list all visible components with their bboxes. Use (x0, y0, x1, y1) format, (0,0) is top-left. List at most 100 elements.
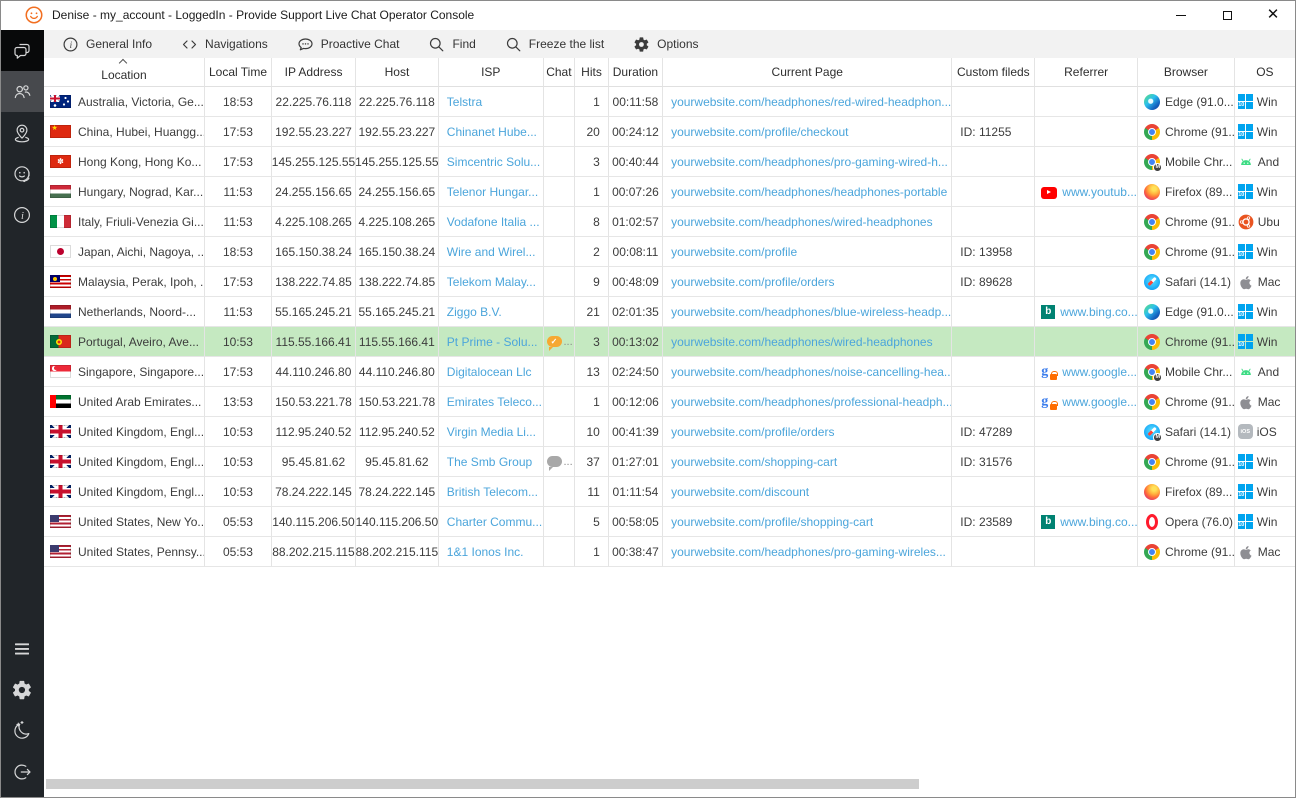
isp-link[interactable]: Pt Prime - Solu... (447, 335, 538, 349)
toolbar-button-find[interactable]: Find (428, 30, 475, 58)
os-label: Win (1257, 335, 1278, 349)
sort-ascending-indicator (120, 60, 127, 67)
toolbar-button-options[interactable]: Options (633, 30, 698, 58)
current-page-link[interactable]: yourwebsite.com/headphones/wired-headpho… (671, 335, 933, 349)
location-text: Malaysia, Perak, Ipoh, ... (78, 275, 205, 289)
sidebar-item-operators[interactable] (0, 153, 44, 194)
isp-link[interactable]: Vodafone Italia ... (447, 215, 540, 229)
toolbar-button-proactive-chat[interactable]: Proactive Chat (297, 30, 400, 58)
column-header-local_time[interactable]: Local Time (205, 58, 272, 87)
current-page-link[interactable]: yourwebsite.com/profile/checkout (671, 125, 848, 139)
current-page-link[interactable]: yourwebsite.com/discount (671, 485, 809, 499)
column-header-os[interactable]: OS (1235, 58, 1296, 87)
visitor-row[interactable]: Hungary, Nograd, Kar...11:5324.255.156.6… (44, 177, 1296, 207)
visitor-row[interactable]: Netherlands, Noord-...11:5355.165.245.21… (44, 297, 1296, 327)
column-header-label: Host (385, 65, 410, 79)
visitor-row[interactable]: United States, New Yo...05:53140.115.206… (44, 507, 1296, 537)
referrer-link[interactable]: www.google... (1062, 395, 1137, 409)
referrer-link[interactable]: www.bing.co... (1060, 305, 1137, 319)
referrer-link[interactable]: www.youtub... (1062, 185, 1137, 199)
horizontal-scrollbar-thumb[interactable] (46, 779, 919, 789)
column-header-host[interactable]: Host (356, 58, 439, 87)
close-button[interactable]: ✕ (1250, 0, 1296, 30)
isp-link[interactable]: Virgin Media Li... (447, 425, 536, 439)
current-page-link[interactable]: yourwebsite.com/headphones/red-wired-hea… (671, 95, 951, 109)
visitor-row[interactable]: United Kingdom, Engl...10:53112.95.240.5… (44, 417, 1296, 447)
firefox-icon (1144, 184, 1160, 200)
chat-status-cell: ... (544, 327, 576, 357)
isp-link[interactable]: Telekom Malay... (447, 275, 536, 289)
visitor-row[interactable]: Singapore, Singapore...17:5344.110.246.8… (44, 357, 1296, 387)
current-page-link[interactable]: yourwebsite.com/headphones/blue-wireless… (671, 305, 951, 319)
column-header-location[interactable]: Location (44, 58, 205, 87)
custom-fields-cell (952, 387, 1035, 417)
current-page-link[interactable]: yourwebsite.com/shopping-cart (671, 455, 837, 469)
chat-idle-icon[interactable] (547, 456, 562, 467)
column-header-chat[interactable]: Chat (544, 58, 576, 87)
sidebar-item-theme[interactable] (0, 710, 44, 751)
visitor-row[interactable]: China, Hubei, Huangg...17:53192.55.23.22… (44, 117, 1296, 147)
column-header-current_page[interactable]: Current Page (663, 58, 952, 87)
sidebar-item-chats[interactable] (0, 30, 44, 71)
hits-cell: 1 (575, 87, 609, 117)
column-header-custom_fields[interactable]: Custom fileds (952, 58, 1035, 87)
current-page-link[interactable]: yourwebsite.com/headphones/professional-… (671, 395, 952, 409)
toolbar-button-navigations[interactable]: Navigations (181, 30, 268, 58)
current-page-link[interactable]: yourwebsite.com/headphones/pro-gaming-wi… (671, 545, 946, 559)
isp-link[interactable]: 1&1 Ionos Inc. (447, 545, 524, 559)
visitor-row[interactable]: United Kingdom, Engl...10:5395.45.81.629… (44, 447, 1296, 477)
isp-link[interactable]: Simcentric Solu... (447, 155, 540, 169)
title-bar: Denise - my_account - LoggedIn - Provide… (0, 0, 1296, 30)
isp-link[interactable]: Telenor Hungar... (447, 185, 538, 199)
sidebar-item-visitors[interactable] (0, 71, 44, 112)
current-page-link[interactable]: yourwebsite.com/headphones/headphones-po… (671, 185, 947, 199)
visitor-row[interactable]: United Kingdom, Engl...10:5378.24.222.14… (44, 477, 1296, 507)
isp-link[interactable]: Emirates Teleco... (447, 395, 542, 409)
column-header-isp[interactable]: ISP (439, 58, 544, 87)
column-header-referrer[interactable]: Referrer (1035, 58, 1138, 87)
visitor-row[interactable]: Japan, Aichi, Nagoya, ...18:53165.150.38… (44, 237, 1296, 267)
minimize-button[interactable] (1158, 0, 1204, 30)
visitor-row[interactable]: Malaysia, Perak, Ipoh, ...17:53138.222.7… (44, 267, 1296, 297)
isp-link[interactable]: The Smb Group (447, 455, 532, 469)
current-page-link[interactable]: yourwebsite.com/headphones/noise-cancell… (671, 365, 952, 379)
horizontal-scrollbar[interactable] (44, 778, 1296, 790)
isp-link[interactable]: Chinanet Hube... (447, 125, 537, 139)
current-page-link[interactable]: yourwebsite.com/headphones/wired-headpho… (671, 215, 933, 229)
visitor-row[interactable]: Italy, Friuli-Venezia Gi...11:534.225.10… (44, 207, 1296, 237)
isp-link[interactable]: Digitalocean Llc (447, 365, 532, 379)
sidebar-item-logout[interactable] (0, 751, 44, 792)
column-header-ip[interactable]: IP Address (272, 58, 356, 87)
sidebar-bottom-group (0, 628, 44, 792)
visitor-row[interactable]: Australia, Victoria, Ge...18:5322.225.76… (44, 87, 1296, 117)
column-header-browser[interactable]: Browser (1138, 58, 1235, 87)
visitor-row[interactable]: Hong Kong, Hong Ko...17:53145.255.125.55… (44, 147, 1296, 177)
current-page-link[interactable]: yourwebsite.com/profile (671, 245, 797, 259)
sidebar-item-settings[interactable] (0, 669, 44, 710)
maximize-button[interactable] (1204, 0, 1250, 30)
isp-link[interactable]: Ziggo B.V. (447, 305, 502, 319)
current-page-link[interactable]: yourwebsite.com/profile/orders (671, 425, 834, 439)
toolbar-button-freeze-the-list[interactable]: Freeze the list (505, 30, 604, 58)
isp-link[interactable]: Charter Commu... (447, 515, 542, 529)
isp-link[interactable]: Wire and Wirel... (447, 245, 536, 259)
current-page-link[interactable]: yourwebsite.com/profile/orders (671, 275, 834, 289)
visitor-row[interactable]: Portugal, Aveiro, Ave...10:53115.55.166.… (44, 327, 1296, 357)
google-icon: g (1041, 394, 1057, 410)
visitor-row[interactable]: United States, Pennsy...05:5388.202.215.… (44, 537, 1296, 567)
referrer-link[interactable]: www.google... (1062, 365, 1137, 379)
isp-link[interactable]: British Telecom... (447, 485, 538, 499)
local-time-cell: 17:53 (205, 357, 272, 387)
isp-link[interactable]: Telstra (447, 95, 482, 109)
column-header-hits[interactable]: Hits (575, 58, 609, 87)
sidebar-item-geo-location[interactable] (0, 112, 44, 153)
toolbar-button-general-info[interactable]: iGeneral Info (62, 30, 152, 58)
chat-accepted-icon[interactable] (547, 336, 562, 347)
sidebar-item-menu[interactable] (0, 628, 44, 669)
current-page-link[interactable]: yourwebsite.com/headphones/pro-gaming-wi… (671, 155, 948, 169)
referrer-link[interactable]: www.bing.co... (1060, 515, 1137, 529)
visitor-row[interactable]: United Arab Emirates...13:53150.53.221.7… (44, 387, 1296, 417)
current-page-link[interactable]: yourwebsite.com/profile/shopping-cart (671, 515, 873, 529)
sidebar-item-info[interactable]: i (0, 194, 44, 235)
column-header-duration[interactable]: Duration (609, 58, 663, 87)
